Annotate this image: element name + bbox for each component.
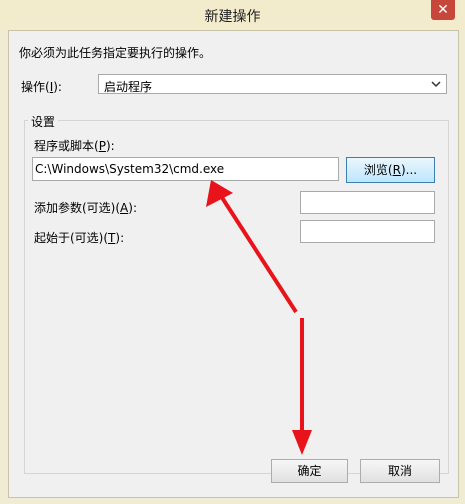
dialog-body: 你必须为此任务指定要执行的操作。 操作(I): 启动程序 设置 程序或脚本(P)… — [8, 30, 459, 498]
args-label: 添加参数(可选)(A): — [34, 201, 137, 215]
browse-button[interactable]: 浏览(R)... — [346, 157, 435, 183]
close-button[interactable]: ✕ — [431, 0, 455, 20]
settings-group-label: 设置 — [28, 113, 59, 130]
start-in-label: 起始于(可选)(T): — [34, 231, 125, 245]
program-input[interactable]: C:\Windows\System32\cmd.exe — [32, 157, 339, 181]
action-label: 操作(I): — [21, 80, 62, 94]
title-bar: 新建操作 ✕ — [0, 0, 465, 30]
program-input-value: C:\Windows\System32\cmd.exe — [35, 162, 225, 176]
instruction-text: 你必须为此任务指定要执行的操作。 — [19, 46, 212, 60]
action-select[interactable]: 启动程序 — [98, 74, 447, 94]
start-in-input[interactable] — [300, 220, 435, 243]
cancel-button[interactable]: 取消 — [360, 459, 440, 483]
window-title: 新建操作 — [204, 9, 261, 25]
action-select-value: 启动程序 — [104, 80, 153, 94]
program-label: 程序或脚本(P): — [34, 139, 115, 153]
close-icon: ✕ — [437, 2, 449, 18]
ok-button[interactable]: 确定 — [271, 459, 348, 483]
args-input[interactable] — [300, 191, 435, 214]
chevron-down-icon — [431, 81, 441, 88]
